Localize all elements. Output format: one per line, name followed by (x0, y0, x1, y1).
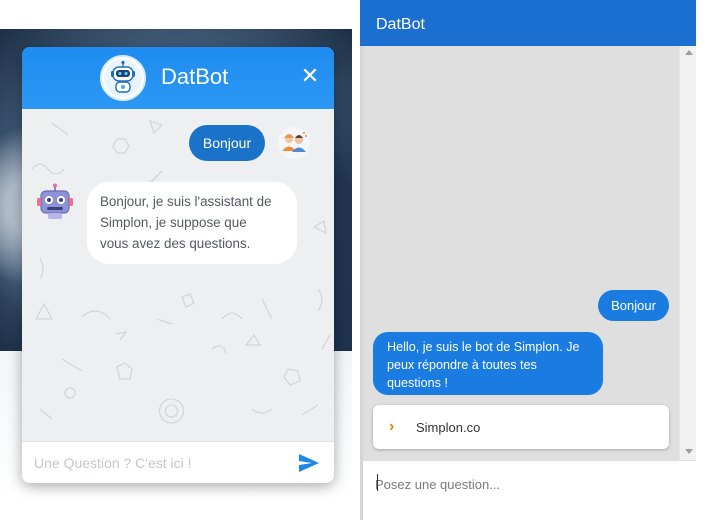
bot-message-line: peux répondre à toutes tes (387, 358, 537, 372)
chat-widget: DatBot ✕ Bonjour Bonjour, je suis l'assi… (22, 47, 334, 483)
close-icon[interactable]: ✕ (298, 64, 322, 88)
user-message-bubble: Bonjour (189, 125, 265, 161)
scrollbar[interactable] (679, 46, 696, 460)
bot-message-line: vous avez des questions. (100, 236, 251, 251)
bot-message-bubble: Hello, je suis le bot de Simplon. Je peu… (373, 332, 603, 395)
chat-header: DatBot ✕ (22, 47, 334, 109)
user-avatar-icon (277, 126, 311, 160)
scroll-down-icon[interactable] (685, 449, 693, 454)
question-input[interactable] (375, 474, 675, 494)
panel-bottom (363, 504, 696, 520)
bot-message-line: Simplon, je suppose que (100, 215, 247, 230)
text-cursor (377, 474, 378, 491)
chat-body: Bonjour Bonjour, je suis l'assistant de … (22, 109, 334, 441)
bot-message-line: Bonjour, je suis l'assistant de (100, 194, 272, 209)
bot-avatar-icon (36, 183, 74, 221)
page-margin (696, 0, 705, 520)
bot-message-line: Hello, je suis le bot de Simplon. Je (387, 340, 580, 354)
user-message-bubble: Bonjour (598, 290, 669, 321)
chat-title: DatBot (161, 64, 229, 89)
chat-footer (22, 441, 334, 483)
robot-logo-icon (100, 55, 146, 101)
link-card-label: Simplon.co (416, 420, 481, 435)
question-input[interactable] (34, 453, 294, 473)
bot-message-line: questions ! (387, 376, 448, 390)
chevron-right-icon: › (389, 418, 395, 435)
panel-header: DatBot (360, 0, 696, 46)
bot-message-bubble: Bonjour, je suis l'assistant de Simplon,… (87, 182, 297, 264)
stage: DatBot ✕ Bonjour Bonjour, je suis l'assi… (0, 0, 705, 520)
link-card-simplon[interactable]: › Simplon.co (373, 405, 669, 449)
send-icon[interactable] (298, 453, 320, 473)
panel-conversation: Bonjour Hello, je suis le bot de Simplon… (363, 46, 679, 460)
panel-title: DatBot (376, 16, 425, 33)
scroll-up-icon[interactable] (685, 50, 693, 55)
panel-footer (363, 460, 696, 504)
